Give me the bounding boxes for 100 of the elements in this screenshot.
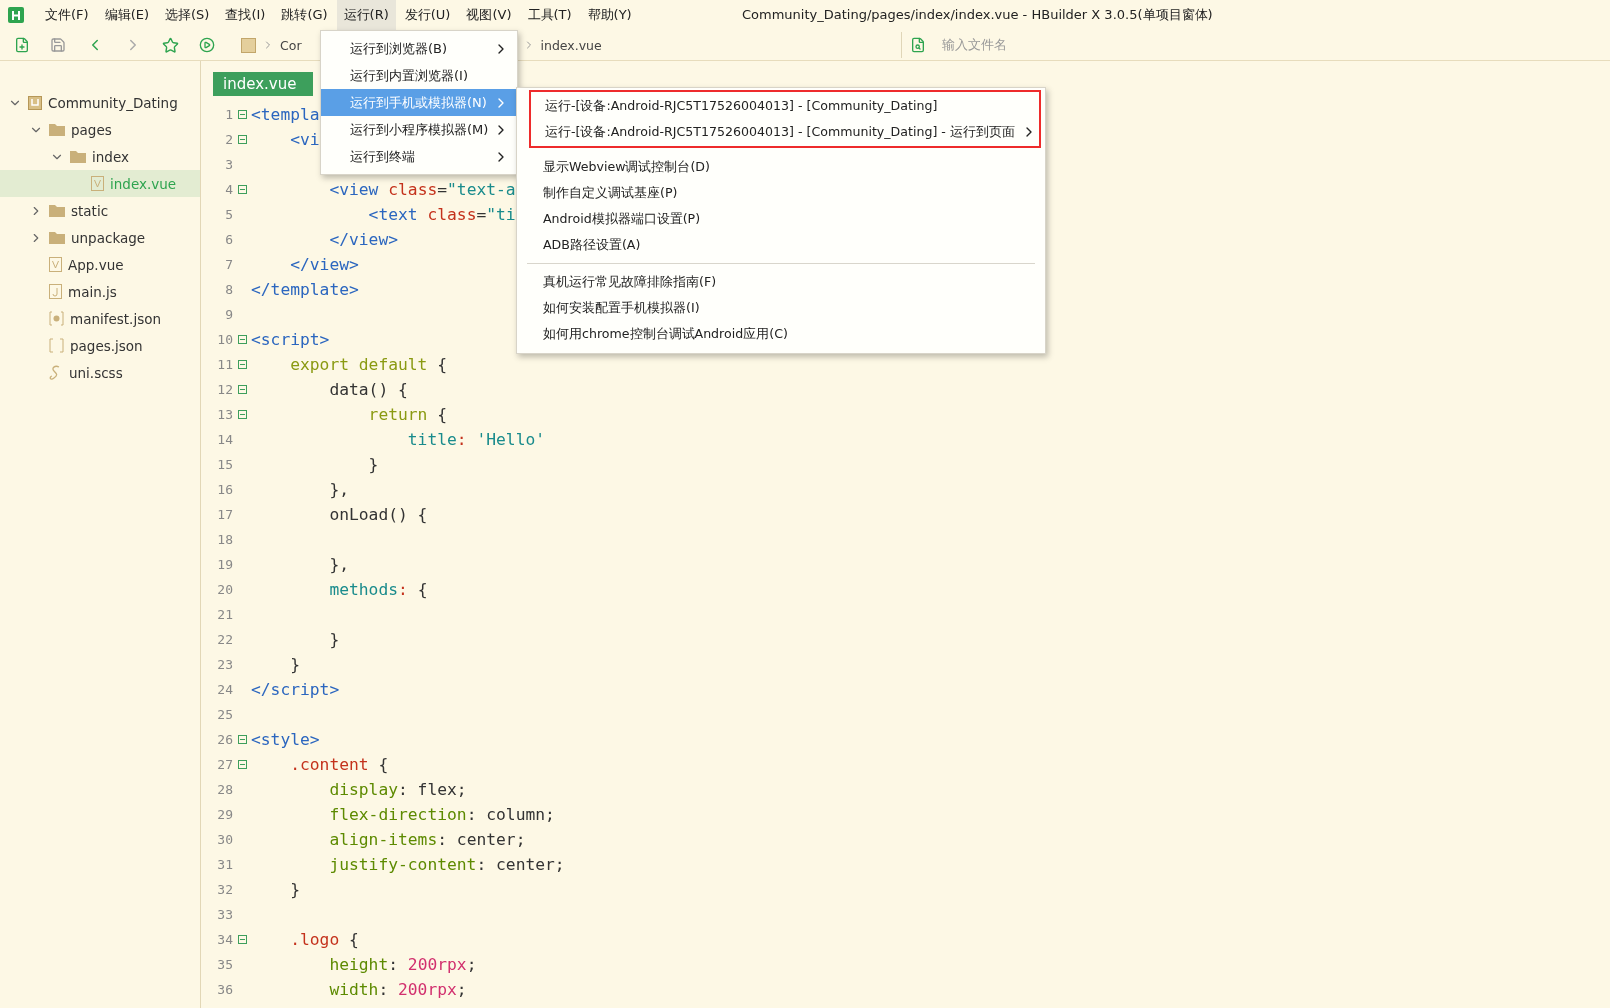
menu-item[interactable]: 运行(R) [336, 0, 396, 30]
search-field[interactable]: 输入文件名 [940, 37, 1244, 53]
line-number: 22 [216, 632, 233, 647]
menu-item[interactable]: 如何安装配置手机模拟器(I) [529, 295, 1041, 321]
tree-item[interactable]: Community_Dating [0, 89, 200, 116]
folder-icon [49, 123, 65, 136]
line-number: 35 [216, 957, 233, 972]
code-line: </script> [251, 680, 340, 699]
run-icon[interactable] [199, 37, 215, 53]
fold-icon[interactable] [237, 185, 247, 194]
code-line: height: 200rpx; [329, 955, 477, 974]
menu-item[interactable]: 运行到浏览器(B) [321, 35, 517, 62]
fold-icon[interactable] [237, 735, 247, 744]
code-line: onLoad() { [329, 505, 428, 524]
line-number: 31 [216, 857, 233, 872]
search-icon [910, 37, 926, 53]
menu-item[interactable]: 编辑(E) [97, 0, 156, 30]
menu-item[interactable]: 运行到内置浏览器(I) [321, 62, 517, 89]
app-logo [8, 7, 24, 23]
folder-icon [49, 204, 65, 217]
code-line: } [368, 455, 379, 474]
star-icon[interactable] [162, 36, 179, 54]
line-number: 9 [224, 307, 233, 322]
menu-item[interactable]: ADB路径设置(A) [529, 232, 1041, 258]
line-number: 4 [224, 182, 233, 197]
code-line: <templa [251, 105, 320, 124]
menu-item[interactable]: Android模拟器端口设置(P) [529, 206, 1041, 232]
fold-icon[interactable] [237, 385, 247, 394]
code-line: .logo { [290, 930, 359, 949]
line-number: 8 [224, 282, 233, 297]
code-line: flex-direction: column; [329, 805, 555, 824]
fold-icon[interactable] [237, 760, 247, 769]
tree-item[interactable]: pages.json [0, 332, 200, 359]
line-number: 36 [216, 982, 233, 997]
menu-item[interactable]: 查找(I) [218, 0, 273, 30]
menu-item[interactable]: 运行到终端 [321, 143, 517, 170]
menu-item[interactable]: 如何用chrome控制台调试Android应用(C) [529, 321, 1041, 347]
line-number: 32 [216, 882, 233, 897]
line-number: 15 [216, 457, 233, 472]
fold-icon[interactable] [237, 335, 247, 344]
tree-item[interactable]: static [0, 197, 200, 224]
code-line: } [290, 655, 300, 674]
code-line: data() { [329, 380, 408, 399]
line-number: 28 [216, 782, 233, 797]
menu-item[interactable]: 真机运行常见故障排除指南(F) [529, 269, 1041, 295]
code-line: </template> [251, 280, 359, 299]
line-number: 11 [216, 357, 233, 372]
code-line: <vi [290, 130, 320, 149]
tree-item[interactable]: main.js [0, 278, 200, 305]
line-number: 34 [216, 932, 233, 947]
fold-icon[interactable] [237, 935, 247, 944]
breadcrumb-item[interactable]: Cor [280, 37, 302, 53]
fold-icon[interactable] [237, 110, 247, 119]
line-number: 18 [216, 532, 233, 547]
tree-item[interactable]: index [0, 143, 200, 170]
fold-icon[interactable] [237, 410, 247, 419]
menu-item[interactable]: 视图(V) [459, 0, 519, 30]
menu-item[interactable]: 工具(T) [520, 0, 579, 30]
brackets-icon [49, 338, 64, 353]
code-line: <view class="text-a [329, 180, 516, 199]
line-number: 30 [216, 832, 233, 847]
code-line: </view> [290, 255, 359, 274]
menu-item[interactable]: 运行-[设备:Android-RJC5T17526004013] - [Community_Dating] - 运行到页面 [531, 119, 1039, 145]
code-line: methods: { [329, 580, 428, 599]
line-number: 7 [224, 257, 233, 272]
line-number: 17 [216, 507, 233, 522]
menu-item[interactable]: 制作自定义调试基座(P) [529, 180, 1041, 206]
line-number: 33 [216, 907, 233, 922]
new-file-icon[interactable] [14, 37, 30, 53]
tree-item[interactable]: uni.scss [0, 359, 200, 386]
window-title: Community_Dating/pages/index/index.vue - HBuilder X 3.0.5(单项目窗体) [742, 6, 1213, 24]
code-line: <style> [251, 730, 320, 749]
tree-item[interactable]: App.vue [0, 251, 200, 278]
fold-icon[interactable] [237, 360, 247, 369]
menu-item[interactable]: 跳转(G) [274, 0, 335, 30]
line-number: 10 [216, 332, 233, 347]
tree-item[interactable]: unpackage [0, 224, 200, 251]
code-line: title: 'Hello' [407, 430, 546, 449]
menu-item[interactable]: 发行(U) [397, 0, 458, 30]
line-number: 2 [224, 132, 233, 147]
menu-item[interactable]: 帮助(Y) [580, 0, 639, 30]
tree-item[interactable]: pages [0, 116, 200, 143]
line-number: 5 [224, 207, 233, 222]
menu-item[interactable]: 选择(S) [158, 0, 217, 30]
menu-item[interactable]: 显示Webview调试控制台(D) [529, 154, 1041, 180]
save-icon[interactable] [50, 37, 66, 53]
line-number: 24 [216, 682, 233, 697]
line-number: 20 [216, 582, 233, 597]
fold-icon[interactable] [237, 135, 247, 144]
line-number: 16 [216, 482, 233, 497]
tree-item[interactable]: manifest.json [0, 305, 200, 332]
gear-file-icon [49, 311, 64, 326]
menu-item[interactable]: 运行到小程序模拟器(M) [321, 116, 517, 143]
breadcrumb-item[interactable]: index.vue [540, 37, 602, 53]
file-icon [49, 284, 62, 299]
menu-item[interactable]: 运行-[设备:Android-RJC5T17526004013] - [Community_Dating] [531, 93, 1039, 119]
code-line: } [329, 630, 340, 649]
code-line: <text class="ti [368, 205, 516, 224]
menu-item[interactable]: 文件(F) [38, 0, 96, 30]
code-line: <script> [251, 330, 330, 349]
